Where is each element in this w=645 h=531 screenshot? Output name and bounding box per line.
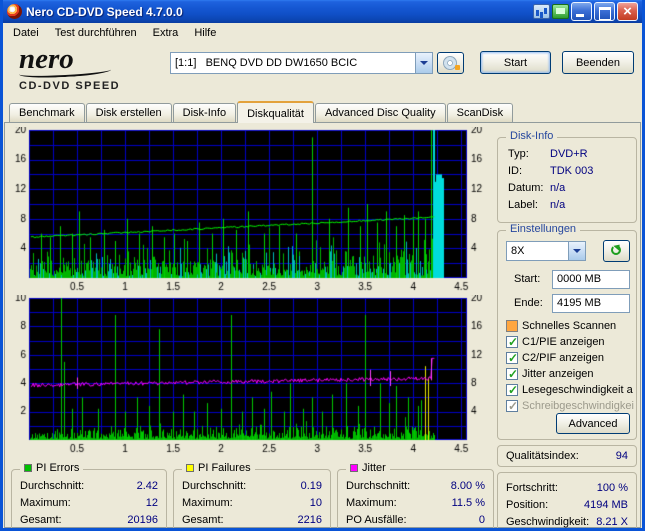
disk-info-value: n/a xyxy=(550,182,566,194)
minimize-button[interactable] xyxy=(571,2,592,21)
checkbox-box xyxy=(506,399,518,413)
menu-extra[interactable]: Extra xyxy=(145,25,187,41)
checkbox-schreibgeschwindigkeit: Schreibgeschwindigkei xyxy=(506,399,634,413)
checkbox-label: Schnelles Scannen xyxy=(522,320,617,332)
settings-title: Einstellungen xyxy=(506,223,581,235)
disk-info-label: Typ: xyxy=(508,148,529,160)
start-mb-label: Start: xyxy=(514,273,541,285)
checkbox-box xyxy=(506,383,518,397)
checkbox-label: C1/PIE anzeigen xyxy=(522,336,605,348)
progress-label: Fortschritt: xyxy=(506,482,558,494)
pi-errors-stats-title: PI Errors xyxy=(20,462,84,474)
position-label: Position: xyxy=(506,499,549,511)
checkbox-label: Lesegeschwindigkeit a xyxy=(522,384,633,396)
disk-info-group: Disk-Info Typ: DVD+R ID: TDK 003 Datum: n/a… xyxy=(497,130,637,223)
checkbox-box xyxy=(506,351,518,365)
quality-index-label: Qualitätsindex: xyxy=(506,450,579,462)
titlebar-display-icon[interactable] xyxy=(552,4,569,19)
checkbox-label: Jitter anzeigen xyxy=(522,368,594,380)
tab-diskqualitaet[interactable]: Diskqualität xyxy=(237,101,314,123)
window-title: Nero CD-DVD Speed 4.7.0.0 xyxy=(26,4,183,19)
start-mb-field[interactable]: 0000 MB xyxy=(552,270,630,289)
titlebar[interactable]: Nero CD-DVD Speed 4.7.0.0 xyxy=(3,0,642,23)
pi-failures-stats-group: PI Failures Durchschnitt: 0.19 Maximum: 10… xyxy=(173,462,331,528)
checkbox-box xyxy=(506,320,518,332)
refresh-icon xyxy=(611,245,621,255)
jitter-stats-group: Jitter Durchschnitt: 8.00 % Maximum: 11.5 … xyxy=(337,462,494,528)
checkbox-schnelles-scannen[interactable]: Schnelles Scannen xyxy=(506,319,634,333)
chevron-down-icon[interactable] xyxy=(415,53,432,73)
progress-group: Fortschritt: 100 % Position: 4194 MB Ges… xyxy=(497,472,637,528)
checkbox-label: Schreibgeschwindigkei xyxy=(522,400,634,412)
checkbox-label: C2/PIF anzeigen xyxy=(522,352,604,364)
drive-select-value: [1:1] BENQ DVD DD DW1650 BCIC xyxy=(175,57,358,69)
tab-advanced-disc-quality[interactable]: Advanced Disc Quality xyxy=(314,103,446,122)
menu-hilfe[interactable]: Hilfe xyxy=(186,25,224,41)
disk-info-row: Label: n/a xyxy=(508,199,630,213)
progress-value: 100 % xyxy=(596,482,628,494)
pi-errors-chart xyxy=(11,127,495,293)
tab-strip: Benchmark Disk erstellen Disk-Info Diskq… xyxy=(3,100,642,123)
app-window: Nero CD-DVD Speed 4.7.0.0 Datei Test dur… xyxy=(0,0,645,531)
checkbox-jitter-anzeigen[interactable]: Jitter anzeigen xyxy=(506,367,634,381)
quit-button[interactable]: Beenden xyxy=(562,51,634,74)
speed-value: 8.21 X xyxy=(596,516,628,528)
toolbar: nero CD-DVD SPEED [1:1] BENQ DVD DD DW16… xyxy=(3,43,642,100)
refresh-speed-button[interactable] xyxy=(603,240,630,262)
chevron-down-icon[interactable] xyxy=(568,242,585,260)
drive-select[interactable]: [1:1] BENQ DVD DD DW1650 BCIC xyxy=(170,52,433,74)
disc-quality-page: Disk-Info Typ: DVD+R ID: TDK 003 Datum: n/a… xyxy=(4,122,641,528)
disk-info-row: ID: TDK 003 xyxy=(508,165,630,179)
disk-info-value: TDK 003 xyxy=(550,165,594,177)
tab-scandisk[interactable]: ScanDisk xyxy=(446,103,514,122)
titlebar-buttons xyxy=(533,2,638,21)
titlebar-chart-icon[interactable] xyxy=(533,4,550,19)
jitter-stats-title: Jitter xyxy=(346,462,390,474)
speed-select-value: 8X xyxy=(511,245,525,257)
disk-info-row: Datum: n/a xyxy=(508,182,630,196)
pi-failures-legend-icon xyxy=(186,464,194,472)
pi-failures-stats-title: PI Failures xyxy=(182,462,255,474)
close-button[interactable] xyxy=(617,2,638,21)
end-mb-label: Ende: xyxy=(514,297,543,309)
disk-info-label: Label: xyxy=(508,199,538,211)
pi-errors-legend-icon xyxy=(24,464,32,472)
disk-info-row: Typ: DVD+R xyxy=(508,148,630,162)
disk-info-title: Disk-Info xyxy=(506,130,558,142)
tab-disk-erstellen[interactable]: Disk erstellen xyxy=(85,103,172,122)
tab-disk-info[interactable]: Disk-Info xyxy=(172,103,237,122)
menu-test-durchfuehren[interactable]: Test durchführen xyxy=(47,25,145,41)
nero-logo-subtext: CD-DVD SPEED xyxy=(19,80,121,92)
disk-info-value: n/a xyxy=(550,199,566,211)
tab-benchmark[interactable]: Benchmark xyxy=(9,103,85,122)
app-icon xyxy=(7,4,22,19)
settings-group: Einstellungen 8X Start: 0000 MB Ende: 41… xyxy=(497,223,637,440)
disk-info-label: Datum: xyxy=(508,182,544,194)
disk-info-value: DVD+R xyxy=(550,148,588,160)
disk-info-label: ID: xyxy=(508,165,523,177)
quality-index-value: 94 xyxy=(615,450,628,462)
maximize-button[interactable] xyxy=(594,2,615,21)
speed-select[interactable]: 8X xyxy=(506,241,586,261)
checkbox-c2-pif-anzeigen[interactable]: C2/PIF anzeigen xyxy=(506,351,634,365)
jitter-legend-icon xyxy=(350,464,358,472)
pi-errors-stats-group: PI Errors Durchschnitt: 2.42 Maximum: 12 G… xyxy=(11,462,167,528)
checkbox-c1-pie-anzeigen[interactable]: C1/PIE anzeigen xyxy=(506,335,634,349)
checkbox-lesegeschwindigkeit[interactable]: Lesegeschwindigkeit a xyxy=(506,383,634,397)
checkbox-box xyxy=(506,367,518,381)
start-button[interactable]: Start xyxy=(480,51,551,74)
menu-datei[interactable]: Datei xyxy=(5,25,47,41)
position-value: 4194 MB xyxy=(583,499,628,511)
pi-failures-jitter-chart xyxy=(11,295,495,455)
speed-label: Geschwindigkeit: xyxy=(506,516,590,528)
nero-logo: nero CD-DVD SPEED xyxy=(18,45,149,92)
end-mb-field[interactable]: 4195 MB xyxy=(552,294,630,313)
advanced-button[interactable]: Advanced xyxy=(556,413,630,434)
drive-options-button[interactable] xyxy=(437,52,464,74)
checkbox-box xyxy=(506,335,518,349)
quality-index-box: Qualitätsindex: 94 xyxy=(497,445,637,467)
menu-bar: Datei Test durchführen Extra Hilfe xyxy=(3,23,642,43)
spark-icon xyxy=(455,65,460,70)
